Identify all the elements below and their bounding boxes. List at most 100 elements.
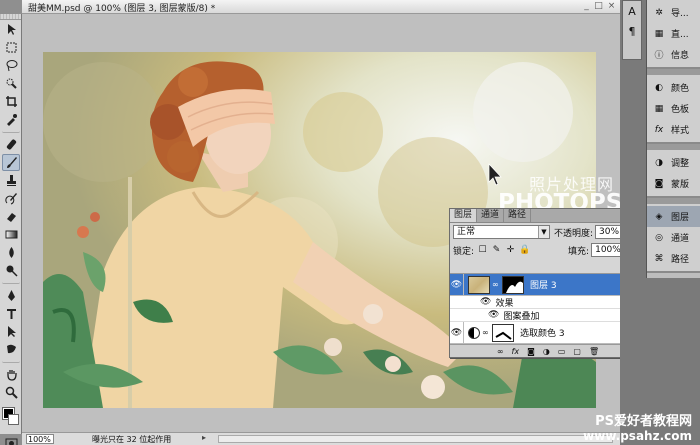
histogram-panel-button[interactable]: ▦ 直... xyxy=(647,23,700,44)
trash-icon[interactable]: 🗑 xyxy=(589,347,599,356)
crop-tool-icon[interactable] xyxy=(2,93,20,110)
histogram-label: 直... xyxy=(671,30,689,40)
fx-icon[interactable]: fx xyxy=(512,347,520,356)
mask-icon[interactable]: ◙ xyxy=(527,347,535,356)
navigator-panel-button[interactable]: ✲ 导... xyxy=(647,2,700,23)
status-menu-arrow-icon[interactable]: ▸ xyxy=(202,433,206,442)
photoshop-app: 甜美MM.psd @ 100% (图层 3, 图层蒙版/8) * _ □ × 照… xyxy=(0,0,700,445)
channels-label: 通道 xyxy=(671,234,690,244)
status-info[interactable]: 曝光只在 32 位起作用 xyxy=(92,434,171,445)
layer-name[interactable]: 选取颜色 3 xyxy=(520,326,565,339)
pattern-overlay-row[interactable]: 👁 图案叠加 xyxy=(450,309,636,322)
eraser-tool-icon[interactable] xyxy=(2,208,20,225)
maximize-icon[interactable]: □ xyxy=(594,2,603,11)
close-icon[interactable]: × xyxy=(607,2,616,11)
zoom-tool-icon[interactable] xyxy=(2,384,20,401)
channels-panel-button[interactable]: ◎ 通道 xyxy=(647,227,700,248)
tools-panel xyxy=(0,14,22,445)
layers-panel: 图层 通道 路径 ▾≡ 正常 ▼ 不透明度: 30% ▸ 锁定: ☐ ✎ ✛ 🔒… xyxy=(449,208,647,358)
chain-link-icon[interactable]: ∞ xyxy=(492,280,499,289)
history-brush-tool-icon[interactable] xyxy=(2,190,20,207)
lock-all-icon[interactable]: 🔒 xyxy=(519,245,530,256)
info-label: 信息 xyxy=(671,51,690,61)
info-icon: ⓘ xyxy=(654,51,664,61)
clone-stamp-tool-icon[interactable] xyxy=(2,172,20,189)
dock-group-color: ◐ 颜色 ▦ 色板 fx 样式 xyxy=(647,75,700,144)
lasso-tool-icon[interactable] xyxy=(2,57,20,74)
site-watermark: PS爱好者教程网 www.psahz.com xyxy=(583,410,692,443)
color-swatches[interactable] xyxy=(2,405,19,431)
quick-mask-icon[interactable] xyxy=(2,435,20,445)
horizontal-scrollbar[interactable] xyxy=(218,435,613,443)
panel-dock: A ¶ ✲ 导... ▦ 直... ⓘ 信息 ◐ 颜色 ▦ 色板 fx 样式 ◑ 调整 ◙ 蒙版… xyxy=(583,0,700,445)
move-tool-icon[interactable] xyxy=(2,21,20,38)
type-tool-icon[interactable] xyxy=(2,305,20,322)
tools-grip[interactable] xyxy=(0,14,21,20)
lock-pixels-icon[interactable]: ✎ xyxy=(491,245,502,256)
opacity-value: 30% xyxy=(599,227,620,237)
info-panel-button[interactable]: ⓘ 信息 xyxy=(647,44,700,65)
blend-mode-select[interactable]: 正常 ▼ xyxy=(453,225,550,239)
new-layer-icon[interactable]: ▢ xyxy=(573,347,581,356)
adjustment-icon[interactable]: ◑ xyxy=(543,347,550,356)
effects-label: 效果 xyxy=(495,298,514,309)
healing-brush-tool-icon[interactable] xyxy=(2,136,20,153)
quick-select-tool-icon[interactable] xyxy=(2,75,20,92)
layer-thumbnail[interactable] xyxy=(468,275,490,294)
pattern-overlay-eye-icon[interactable]: 👁 xyxy=(488,310,499,320)
document-title-bar[interactable]: 甜美MM.psd @ 100% (图层 3, 图层蒙版/8) * _ □ × xyxy=(22,0,620,14)
tool-separator xyxy=(2,129,20,133)
masks-icon: ◙ xyxy=(654,178,664,189)
layer-row[interactable]: 👁 ∞ 图层 3 fx xyxy=(450,273,636,296)
layer-mask-thumbnail[interactable] xyxy=(492,323,514,342)
gradient-tool-icon[interactable] xyxy=(2,226,20,243)
effects-eye-icon[interactable]: 👁 xyxy=(480,297,491,307)
dodge-tool-icon[interactable] xyxy=(2,262,20,279)
masks-label: 蒙版 xyxy=(671,180,690,190)
lock-fill-row: 锁定: ☐ ✎ ✛ 🔒 填充: 100% ▸ xyxy=(450,241,646,259)
fill-value: 100% xyxy=(595,245,621,255)
group-icon[interactable]: ▭ xyxy=(558,347,566,356)
site-watermark-line2: www.psahz.com xyxy=(583,429,692,443)
layers-panel-button[interactable]: ◈ 图层 xyxy=(647,206,700,227)
link-icon[interactable]: ∞ xyxy=(497,347,504,356)
layer-name[interactable]: 图层 3 xyxy=(530,278,557,291)
masks-panel-button[interactable]: ◙ 蒙版 xyxy=(647,173,700,194)
layer-mask-thumbnail[interactable] xyxy=(502,275,524,294)
tab-channels[interactable]: 通道 xyxy=(477,209,505,222)
pattern-overlay-label: 图案叠加 xyxy=(503,311,540,322)
adjustments-panel-button[interactable]: ◑ 调整 xyxy=(647,152,700,173)
character-panel-icon[interactable]: A xyxy=(623,1,641,21)
blur-tool-icon[interactable] xyxy=(2,244,20,261)
layer-row[interactable]: 👁 ∞ 选取颜色 3 xyxy=(450,321,636,344)
swatches-label: 色板 xyxy=(671,105,690,115)
tab-paths[interactable]: 路径 xyxy=(504,209,532,222)
brush-tool-icon[interactable] xyxy=(2,154,20,171)
pen-tool-icon[interactable] xyxy=(2,287,20,304)
chain-link-icon[interactable]: ∞ xyxy=(482,328,489,337)
styles-panel-button[interactable]: fx 样式 xyxy=(647,119,700,140)
marquee-tool-icon[interactable] xyxy=(2,39,20,56)
visibility-eye-icon[interactable]: 👁 xyxy=(450,273,464,296)
tab-layers[interactable]: 图层 xyxy=(450,209,478,222)
shape-tool-icon[interactable] xyxy=(2,341,20,358)
color-icon: ◐ xyxy=(655,82,663,93)
paragraph-panel-icon[interactable]: ¶ xyxy=(623,21,641,41)
status-bar: 100% 曝光只在 32 位起作用 ▸ xyxy=(22,432,620,445)
minimize-icon[interactable]: _ xyxy=(582,2,591,11)
lock-position-icon[interactable]: ✛ xyxy=(505,245,516,256)
effects-row[interactable]: 👁 效果 xyxy=(450,296,636,309)
visibility-eye-icon[interactable]: 👁 xyxy=(450,321,464,344)
path-select-tool-icon[interactable] xyxy=(2,323,20,340)
zoom-field[interactable]: 100% xyxy=(26,434,54,444)
swatches-panel-button[interactable]: ▦ 色板 xyxy=(647,98,700,119)
channels-icon: ◎ xyxy=(655,232,663,243)
paths-panel-button[interactable]: ⌘ 路径 xyxy=(647,248,700,269)
background-color-swatch[interactable] xyxy=(8,414,19,425)
color-panel-button[interactable]: ◐ 颜色 xyxy=(647,77,700,98)
eyedropper-tool-icon[interactable] xyxy=(2,111,20,128)
hand-tool-icon[interactable] xyxy=(2,366,20,383)
dock-group-layers: ◈ 图层 ◎ 通道 ⌘ 路径 xyxy=(647,204,700,273)
layer-list: 👁 ∞ 图层 3 fx 👁 效果 👁 图案叠加 👁 xyxy=(450,273,636,345)
lock-transparency-icon[interactable]: ☐ xyxy=(477,245,488,256)
